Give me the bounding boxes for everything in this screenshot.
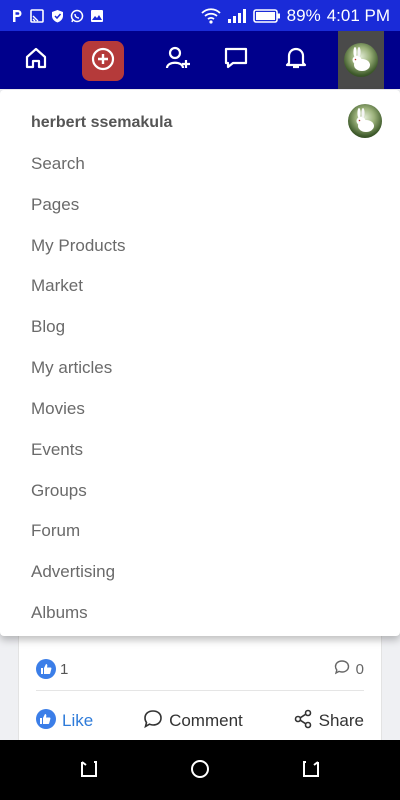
screencast-icon [30, 8, 44, 23]
menu-item-blog[interactable]: Blog [31, 314, 331, 340]
notifications-button[interactable] [274, 31, 318, 89]
like-button[interactable]: Like [36, 708, 94, 734]
like-count-value: 1 [60, 660, 69, 678]
menu-item-search[interactable]: Search [31, 151, 331, 177]
share-label: Share [318, 711, 364, 730]
gallery-icon [90, 9, 104, 23]
whatsapp-icon [70, 9, 84, 23]
menu-item-market[interactable]: Market [31, 273, 331, 299]
signal-icon [227, 8, 247, 24]
system-status: 89% 4:01 PM [201, 6, 390, 26]
menu-item-movies[interactable]: Movies [31, 396, 331, 422]
menu-item-my-products[interactable]: My Products [31, 233, 331, 259]
post-actions-row: Like Comment Share [36, 706, 364, 736]
parking-icon [10, 9, 24, 23]
messages-icon [223, 45, 249, 76]
notification-icons [10, 8, 104, 23]
comment-count-value: 0 [355, 660, 364, 678]
menu-item-my-articles[interactable]: My articles [31, 355, 331, 381]
comment-label: Comment [169, 711, 243, 730]
dropdown-header[interactable]: herbert ssemakula [0, 100, 400, 142]
battery-percent: 89% [286, 5, 321, 25]
top-nav-bar [0, 31, 400, 89]
share-button[interactable]: Share [293, 709, 364, 734]
like-count[interactable]: 1 [36, 659, 68, 679]
recents-icon [301, 759, 321, 784]
home-icon [23, 45, 49, 76]
recents-button[interactable] [300, 760, 322, 782]
status-bar: 89% 4:01 PM [0, 0, 400, 31]
menu-item-advertising[interactable]: Advertising [31, 559, 331, 585]
share-icon [293, 709, 313, 734]
shield-icon [50, 9, 64, 23]
wifi-icon [201, 7, 221, 24]
back-button[interactable] [78, 760, 100, 782]
add-friend-button[interactable] [156, 31, 200, 89]
back-icon [79, 759, 99, 784]
menu-item-groups[interactable]: Groups [31, 478, 331, 504]
post-divider [36, 690, 364, 691]
post-reactions-row: 1 0 [36, 654, 364, 684]
menu-item-forum[interactable]: Forum [31, 518, 331, 544]
username: herbert ssemakula [31, 114, 173, 131]
add-friend-icon [164, 44, 192, 77]
menu-item-pages[interactable]: Pages [31, 192, 331, 218]
bell-icon [283, 45, 309, 76]
create-plus-icon [90, 46, 116, 77]
like-label: Like [62, 711, 94, 730]
home-system-button[interactable] [189, 759, 211, 784]
create-button[interactable] [82, 41, 124, 81]
messages-button[interactable] [214, 31, 258, 89]
system-nav-bar [0, 740, 400, 800]
comment-icon [143, 709, 163, 734]
circle-home-icon [190, 759, 210, 784]
profile-menu-button[interactable] [338, 31, 384, 89]
comment-bubble-icon [334, 659, 350, 679]
clock: 4:01 PM [326, 5, 390, 25]
comment-count[interactable]: 0 [334, 659, 364, 679]
home-button[interactable] [14, 31, 58, 89]
menu-item-albums[interactable]: Albums [31, 600, 331, 626]
like-icon [36, 708, 56, 734]
profile-avatar [344, 43, 378, 77]
menu-item-events[interactable]: Events [31, 437, 331, 463]
thumbs-up-icon [36, 659, 56, 679]
battery-icon [252, 8, 281, 24]
user-avatar [348, 104, 382, 138]
comment-button[interactable]: Comment [143, 709, 243, 734]
